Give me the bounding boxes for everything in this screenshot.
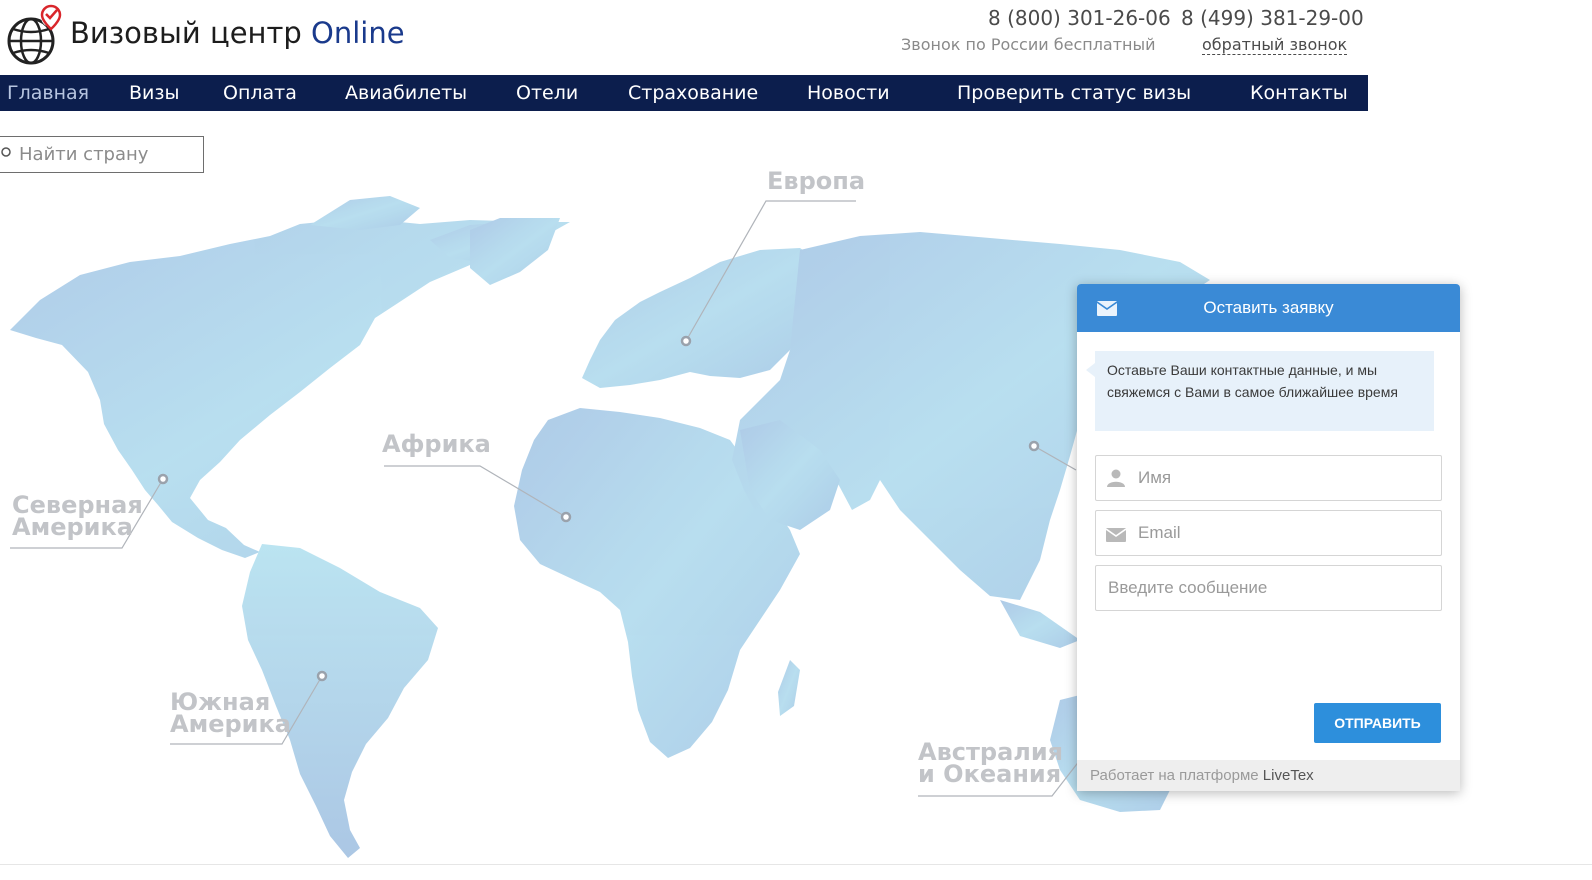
phone-free[interactable]: 8 (800) 301-26-06 — [988, 6, 1171, 30]
livetex-link[interactable]: LiveTex — [1263, 767, 1314, 784]
widget-message: Оставьте Ваши контактные данные, и мы св… — [1086, 351, 1434, 431]
request-widget: Оставить заявку Оставьте Ваши контактные… — [1077, 284, 1460, 791]
region-label-europe[interactable]: Европа — [767, 169, 865, 193]
nav-item-insurance[interactable]: Страхование — [628, 75, 758, 111]
nav-item-contacts[interactable]: Контакты — [1250, 75, 1348, 111]
search-icon — [1, 147, 11, 157]
widget-footer-text: Работает на платформе — [1090, 767, 1259, 784]
callback-link[interactable]: обратный звонок — [1202, 35, 1348, 55]
nav-item-news[interactable]: Новости — [807, 75, 890, 111]
region-label-oceania-line2: и Океания — [918, 760, 1062, 788]
region-label-south-america[interactable]: Южная Америка — [170, 690, 291, 738]
region-label-oceania[interactable]: Австралия и Океания — [918, 740, 1063, 788]
submit-button[interactable]: Отправить — [1314, 703, 1441, 743]
search-input[interactable] — [19, 141, 197, 167]
user-icon — [1107, 469, 1125, 487]
widget-title: Оставить заявку — [1203, 298, 1334, 317]
email-input[interactable] — [1138, 523, 1428, 543]
region-label-south-america-line2: Америка — [170, 710, 291, 738]
globe-pin-logo-icon[interactable] — [4, 4, 62, 66]
nav-item-visas[interactable]: Визы — [129, 75, 180, 111]
main-nav: Главная Визы Оплата Авиабилеты Отели Стр… — [0, 75, 1368, 111]
region-label-north-america[interactable]: Северная Америка — [12, 493, 143, 541]
nav-item-home[interactable]: Главная — [7, 75, 89, 111]
email-field[interactable] — [1095, 510, 1442, 556]
nav-item-payment[interactable]: Оплата — [223, 75, 297, 111]
nav-item-visa-status[interactable]: Проверить статус визы — [957, 75, 1191, 111]
country-search — [0, 136, 204, 173]
name-input[interactable] — [1138, 468, 1428, 488]
message-input[interactable] — [1108, 578, 1428, 602]
phone-moscow[interactable]: 8 (499) 381-29-00 — [1181, 6, 1364, 30]
region-label-africa[interactable]: Африка — [382, 432, 491, 456]
free-call-note: Звонок по России бесплатный — [901, 35, 1156, 54]
name-field[interactable] — [1095, 455, 1442, 501]
widget-footer: Работает на платформе LiveTex — [1077, 760, 1460, 791]
site-title[interactable]: Визовый центр Online — [70, 16, 405, 50]
site-title-accent: Online — [311, 16, 405, 50]
region-label-north-america-line2: Америка — [12, 513, 133, 541]
nav-item-flights[interactable]: Авиабилеты — [345, 75, 467, 111]
email-icon — [1106, 528, 1126, 542]
site-title-main: Визовый центр — [70, 16, 302, 50]
widget-header[interactable]: Оставить заявку — [1077, 284, 1460, 332]
nav-item-hotels[interactable]: Отели — [516, 75, 578, 111]
message-field[interactable] — [1095, 565, 1442, 611]
page-bottom-divider — [0, 864, 1592, 865]
